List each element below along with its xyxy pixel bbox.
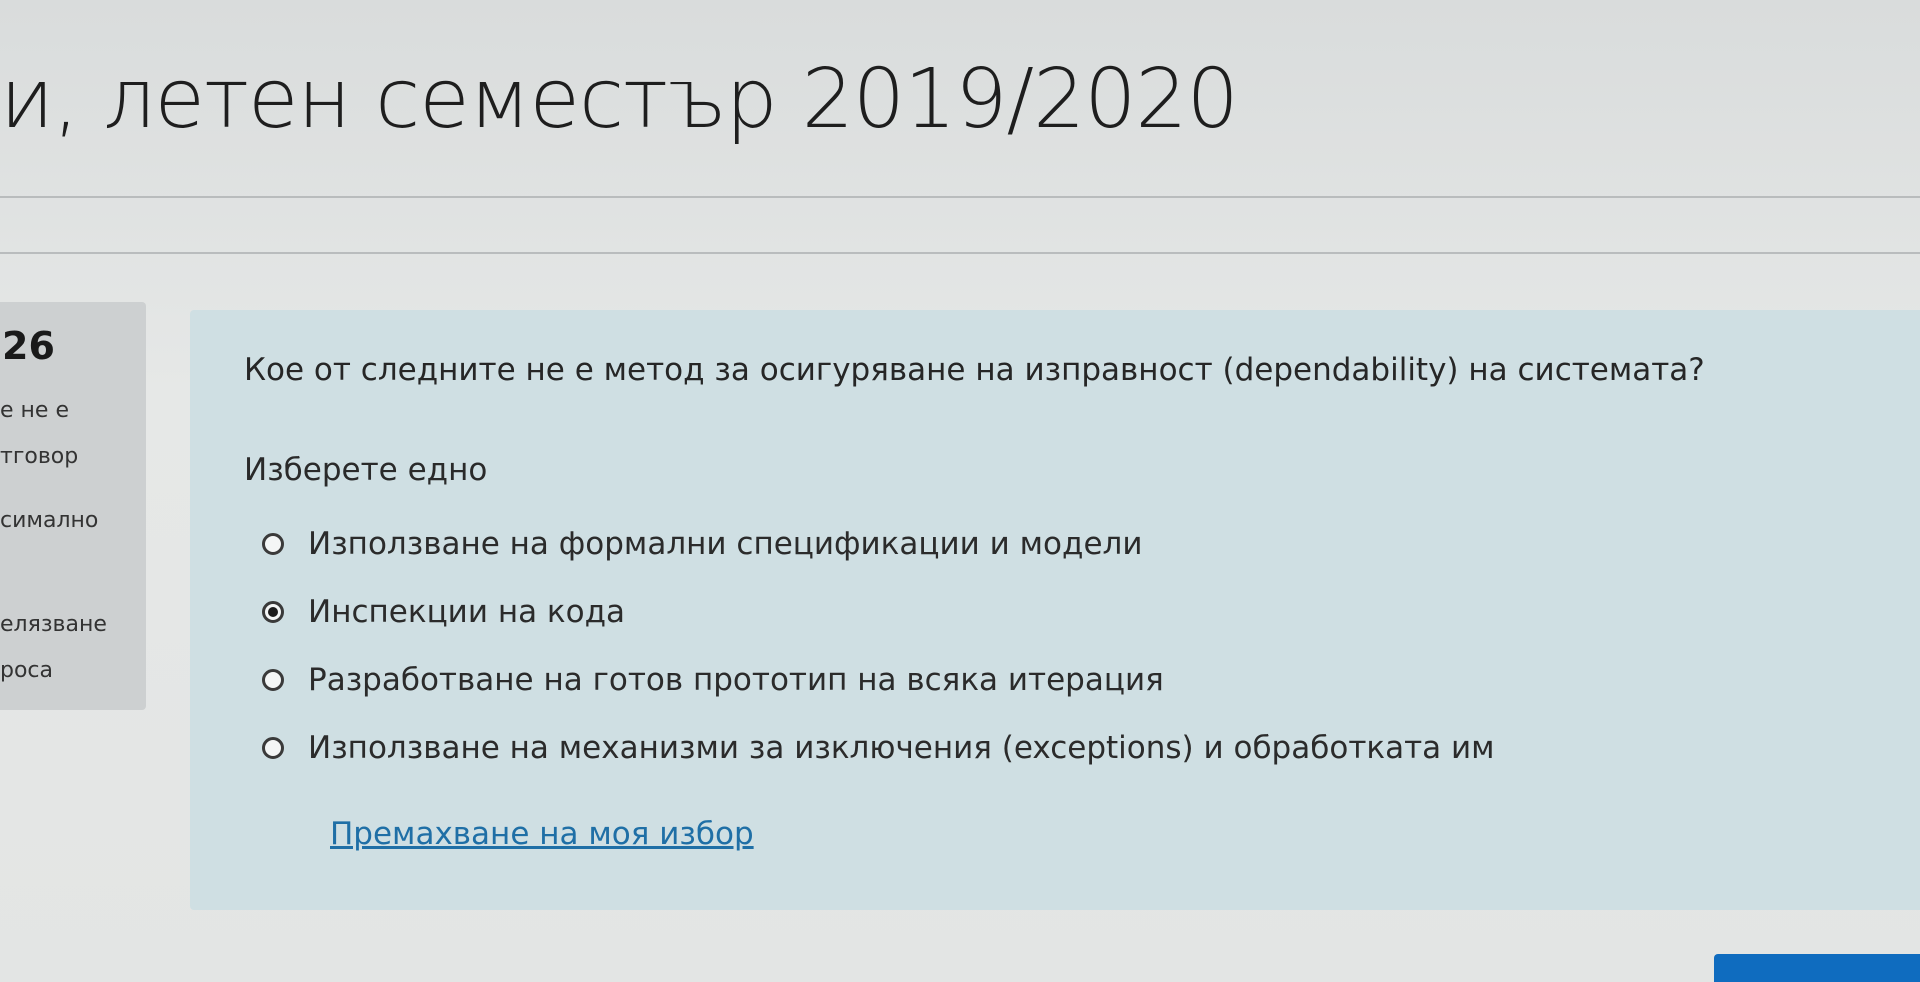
radio-button[interactable] [262,737,284,759]
answer-option-1[interactable]: Използване на формални спецификации и мо… [262,510,1495,578]
answer-option-3[interactable]: Разработване на готов прототип на всяка … [262,646,1495,714]
radio-button[interactable] [262,669,284,691]
clear-choice-link[interactable]: Премахване на моя избор [330,816,754,852]
radio-button-selected[interactable] [262,601,284,623]
course-title: и, летен семестър 2019/2020 [0,52,1239,147]
header-divider [0,196,1920,198]
question-info-line: роса [0,658,54,683]
answer-list: Използване на формални спецификации и мо… [262,510,1495,782]
question-info-line: симално [0,508,99,533]
answer-option-4[interactable]: Използване на механизми за изключения (e… [262,714,1495,782]
next-page-button[interactable] [1714,954,1920,982]
answer-option-2[interactable]: Инспекции на кода [262,578,1495,646]
question-info-line: тговор [0,444,79,469]
answer-prompt: Изберете едно [244,452,488,488]
radio-button[interactable] [262,533,284,555]
quiz-page: и, летен семестър 2019/2020 26 е не е тг… [0,0,1920,982]
answer-label[interactable]: Използване на формални спецификации и мо… [308,526,1142,562]
question-text: Кое от следните не е метод за осигуряван… [244,352,1705,388]
header-divider-secondary [0,252,1920,254]
question-panel: Кое от следните не е метод за осигуряван… [190,310,1920,910]
answer-label[interactable]: Разработване на готов прототип на всяка … [308,662,1164,698]
question-number: 26 [2,324,55,368]
question-info-line: елязване [0,612,107,637]
answer-label[interactable]: Инспекции на кода [308,594,625,630]
question-info-line: е не е [0,398,69,423]
question-info-panel: 26 е не е тговор симално елязване роса [0,302,146,710]
answer-label[interactable]: Използване на механизми за изключения (e… [308,730,1495,766]
